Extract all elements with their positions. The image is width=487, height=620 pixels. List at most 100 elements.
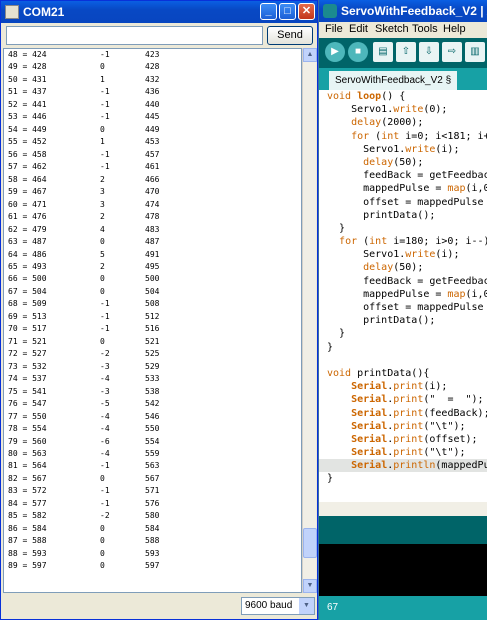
serial-send-input[interactable] bbox=[6, 26, 263, 45]
mapped-value: 516 bbox=[145, 324, 160, 334]
offset-value: 0 bbox=[100, 536, 105, 546]
code-token: delay bbox=[363, 262, 394, 274]
upload-icon[interactable]: ⇨ bbox=[442, 42, 462, 62]
open-icon[interactable]: ⇧ bbox=[396, 42, 416, 62]
serial-output-row: 75 = 541 -3 538 bbox=[4, 386, 301, 398]
ide-title-bar[interactable]: ServoWithFeedback_V2 | Ar bbox=[319, 0, 487, 22]
serial-output-row: 80 = 563 -4 559 bbox=[4, 448, 301, 460]
send-button[interactable]: Send bbox=[267, 26, 313, 45]
reading-label: 48 = 424 bbox=[8, 50, 47, 59]
menu-edit[interactable]: Edit bbox=[349, 23, 368, 35]
minimize-icon[interactable]: _ bbox=[260, 3, 277, 20]
baud-rate-select[interactable]: 9600 baud ▼ bbox=[241, 597, 315, 615]
serial-output-row: 52 = 441 -1 440 bbox=[4, 99, 301, 111]
reading-label: 88 = 593 bbox=[8, 548, 47, 558]
serial-output-row: 64 = 486 5 491 bbox=[4, 249, 301, 261]
menu-help[interactable]: Help bbox=[443, 23, 466, 35]
code-token: () { bbox=[381, 91, 406, 102]
offset-value: -3 bbox=[100, 361, 110, 371]
menu-tools[interactable]: Tools bbox=[412, 23, 438, 35]
serial-title-bar[interactable]: COM21 _ □ ✕ bbox=[1, 1, 317, 23]
scroll-up-icon[interactable]: ▲ bbox=[303, 48, 317, 62]
code-line: Servo1.write(i); bbox=[319, 248, 487, 261]
editor-console-divider[interactable] bbox=[319, 516, 487, 544]
code-token: ("\t"); bbox=[423, 420, 466, 432]
reading-label: 76 = 547 bbox=[8, 399, 47, 409]
code-token: } bbox=[327, 473, 334, 485]
code-token: mappedPulse = bbox=[327, 288, 448, 300]
reading-label: 81 = 564 bbox=[8, 461, 47, 471]
mapped-value: 474 bbox=[145, 199, 160, 209]
mapped-value: 512 bbox=[145, 311, 160, 321]
close-icon[interactable]: ✕ bbox=[298, 3, 315, 20]
serial-output-row: 49 = 428 0 428 bbox=[4, 61, 301, 73]
serial-output-row: 62 = 479 4 483 bbox=[4, 224, 301, 236]
reading-label: 78 = 554 bbox=[8, 424, 47, 434]
code-line: } bbox=[319, 222, 487, 235]
save-icon[interactable]: ⇩ bbox=[419, 42, 439, 62]
tab-sketch[interactable]: ServoWithFeedback_V2 § bbox=[329, 71, 457, 90]
code-token: print bbox=[393, 407, 424, 419]
code-token: (2000); bbox=[381, 117, 424, 129]
new-file-icon[interactable]: ▤ bbox=[373, 42, 393, 62]
code-token: int bbox=[381, 130, 400, 142]
serial-output-row: 61 = 476 2 478 bbox=[4, 211, 301, 223]
offset-value: 5 bbox=[100, 249, 105, 259]
code-token: printData(); bbox=[327, 209, 436, 221]
reading-label: 65 = 493 bbox=[8, 261, 47, 271]
code-line: delay(50); bbox=[319, 261, 487, 274]
serial-monitor-icon[interactable]: ▥ bbox=[465, 42, 485, 62]
offset-value: 0 bbox=[100, 62, 105, 72]
reading-label: 66 = 500 bbox=[8, 274, 47, 284]
code-token: print bbox=[393, 433, 424, 445]
offset-value: -4 bbox=[100, 424, 110, 434]
serial-output-row: 66 = 500 0 500 bbox=[4, 273, 301, 285]
serial-vertical-scrollbar[interactable]: ▲ ▼ bbox=[302, 48, 317, 593]
reading-label: 85 = 582 bbox=[8, 511, 47, 521]
editor-horizontal-scrollbar[interactable] bbox=[319, 502, 487, 516]
code-token: Serial bbox=[351, 433, 388, 445]
menu-sketch[interactable]: Sketch bbox=[375, 23, 409, 35]
offset-value: -1 bbox=[100, 149, 110, 159]
serial-window-title: COM21 bbox=[23, 5, 65, 19]
offset-value: -1 bbox=[100, 112, 110, 122]
menu-file[interactable]: File bbox=[325, 23, 343, 35]
offset-value: -1 bbox=[100, 99, 110, 109]
reading-label: 70 = 517 bbox=[8, 324, 47, 334]
mapped-value: 554 bbox=[145, 436, 160, 446]
serial-output-row: 56 = 458 -1 457 bbox=[4, 149, 301, 161]
reading-label: 69 = 513 bbox=[8, 311, 47, 321]
offset-value: 0 bbox=[100, 548, 105, 558]
scroll-thumb[interactable] bbox=[303, 528, 317, 558]
code-line: delay(50); bbox=[319, 156, 487, 169]
code-line: offset = mappedPulse - bbox=[319, 301, 487, 314]
code-editor[interactable]: void loop() { Servo1.write(0); delay(200… bbox=[319, 90, 487, 502]
code-line: offset = mappedPulse - bbox=[319, 196, 487, 209]
offset-value: -4 bbox=[100, 449, 110, 458]
offset-value: -1 bbox=[100, 486, 110, 496]
code-token: offset = mappedPulse - bbox=[327, 302, 487, 313]
offset-value: 3 bbox=[100, 199, 105, 209]
maximize-icon[interactable]: □ bbox=[279, 3, 296, 20]
offset-value: -1 bbox=[100, 50, 110, 59]
mapped-value: 495 bbox=[145, 261, 160, 271]
code-line: delay(2000); bbox=[319, 116, 487, 129]
mapped-value: 571 bbox=[145, 486, 160, 496]
mapped-value: 542 bbox=[145, 399, 160, 409]
reading-label: 49 = 428 bbox=[8, 62, 47, 72]
code-line: for (int i=180; i>0; i--){ bbox=[319, 235, 487, 248]
code-token: printData(); bbox=[327, 315, 436, 327]
serial-output-area[interactable]: 48 = 424 -1 423 49 = 428 0 428 50 = 431 1 432 51 … bbox=[3, 48, 302, 593]
code-line: Serial.print(offset); bbox=[319, 433, 487, 446]
code-token: Serial bbox=[351, 394, 388, 406]
verify-icon[interactable]: ▶ bbox=[325, 42, 345, 62]
stop-icon[interactable]: ■ bbox=[348, 42, 368, 62]
code-token: feedBack = getFeedback bbox=[327, 275, 487, 287]
mapped-value: 567 bbox=[145, 473, 160, 483]
scroll-down-icon[interactable]: ▼ bbox=[303, 579, 317, 593]
serial-output-row: 57 = 462 -1 461 bbox=[4, 161, 301, 173]
